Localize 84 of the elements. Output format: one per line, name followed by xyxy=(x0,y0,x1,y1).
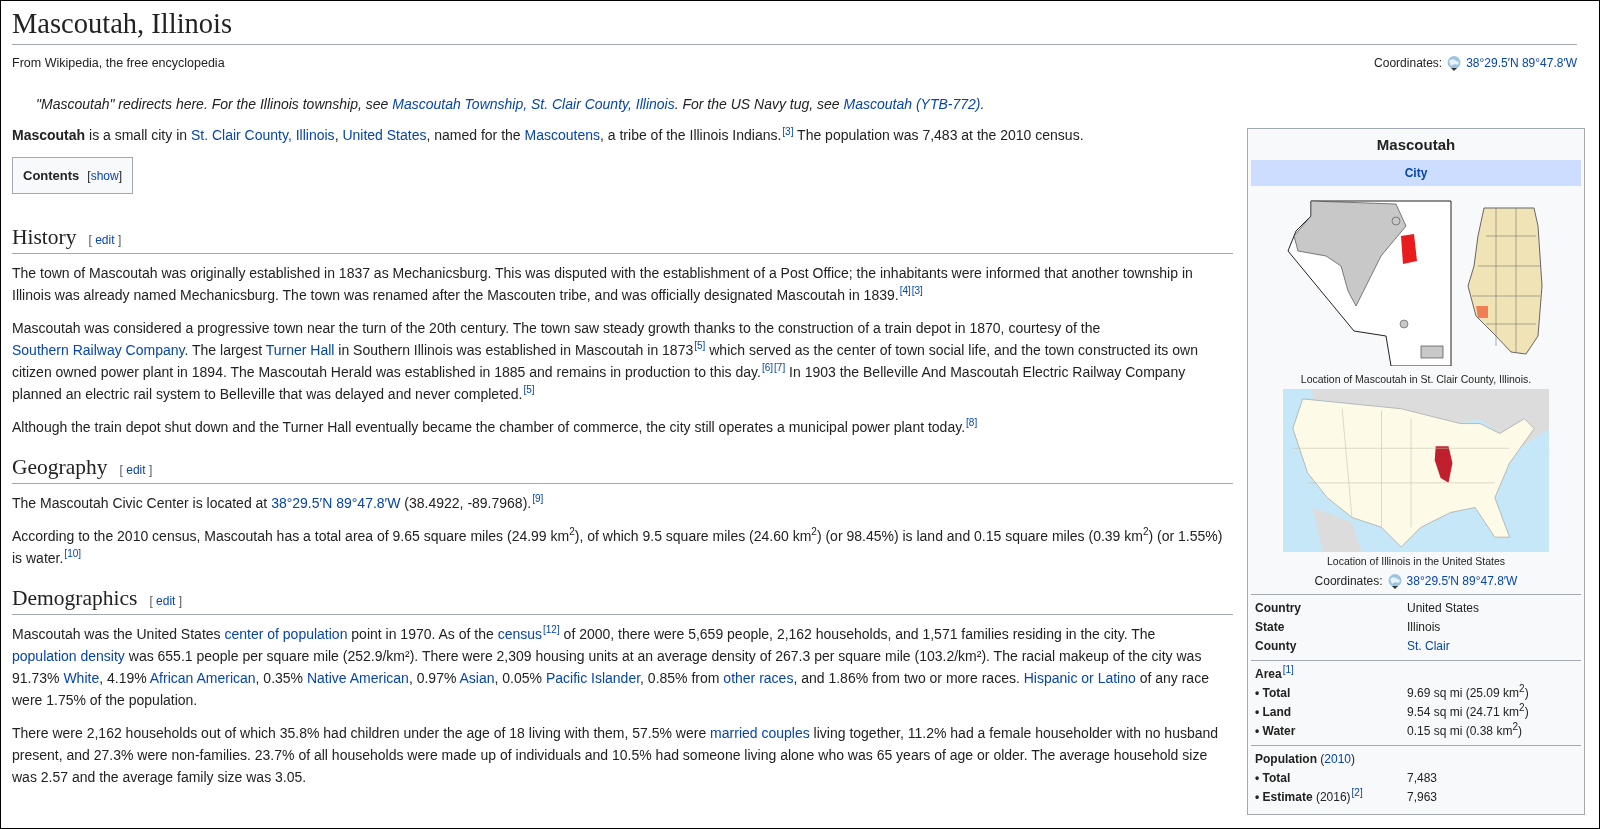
infobox-label: • Land xyxy=(1255,704,1293,722)
edit-link[interactable]: edit xyxy=(126,463,146,478)
infobox-value: 7,963 xyxy=(1407,789,1439,807)
infobox-value: 0.15 sq mi (0.38 km$^{2}$) xyxy=(1407,722,1523,741)
link[interactable]: Mascoutah (YTB-772) xyxy=(843,96,981,113)
globe-icon xyxy=(1386,573,1403,590)
reference-link[interactable]: [6] xyxy=(761,362,774,374)
link[interactable]: married couples xyxy=(710,725,810,741)
coordinates-link[interactable]: 38°29.5′N 89°47.8′W xyxy=(1406,572,1518,591)
link[interactable]: Hispanic or Latino xyxy=(1023,670,1136,686)
paragraph: According to the 2010 census, Mascoutah has a total area of 9.65 square miles (24.99 km$^{2}$), of which 9.5 square miles (24.60 km$^{2}$) (or 98.45%) is land and 0.15 square miles (0.39 km$^{2}$) (or 1.55%) is water.$^{[10]}$ xyxy=(12,525,1224,569)
section-heading: History xyxy=(12,225,77,250)
globe-icon xyxy=(1446,55,1463,72)
infobox-value-link[interactable]: St. Clair xyxy=(1407,637,1581,657)
tagline: From Wikipedia, the free encyclopedia xyxy=(12,56,225,71)
reference-link[interactable]: [2] xyxy=(1351,787,1363,799)
infobox-value: Illinois xyxy=(1407,619,1442,637)
bracket: ] xyxy=(118,168,123,183)
paragraph: There were 2,162 households out of which 35.8% had children under the age of 18 living with them, 57.5% were married couples living together, 11.2% had a female householder with no husband present, and 27.3% were non-families. 23.7% of all households were made up of individuals and 10.5% had someone living alone who was 65 years of age or older. The average household size was 2.57 and the average family size was 3.05. xyxy=(12,724,1220,787)
hatnote: "Mascoutah" redirects here. For the Illinois township, see Mascoutah Township, St. Clair County, Illinois. For the US Navy tug, see Mascoutah (YTB-772). xyxy=(36,95,986,115)
bracket: [ xyxy=(87,168,91,183)
page-title: Mascoutah, Illinois xyxy=(12,1,1577,46)
infobox-label: Country xyxy=(1255,600,1302,618)
bracket: [ xyxy=(119,463,123,478)
link[interactable]: Mascoutens xyxy=(524,127,600,144)
paragraph: Although the train depot shut down and the Turner Hall eventually became the chamber of commerce, the city still operates a municipal power plant today.$^{[8]}$ xyxy=(12,416,979,438)
paragraph: The Mascoutah Civic Center is located at 38°29.5′N 89°47.8′W (38.4922, -89.7968).$^{[9]}$ xyxy=(12,492,545,514)
link[interactable]: Turner Hall xyxy=(265,342,335,359)
reference-link[interactable]: [9] xyxy=(532,493,544,505)
bracket: ] xyxy=(178,594,183,609)
reference-link[interactable]: [1] xyxy=(1282,664,1294,676)
coordinates-label: Coordinates: xyxy=(1374,56,1443,71)
map-caption: Location of Illinois in the United States xyxy=(1326,554,1506,570)
reference-link[interactable]: [10] xyxy=(64,548,82,560)
coordinates-link[interactable]: 38°29.5′N 89°47.8′W xyxy=(1466,56,1577,71)
lead-paragraph: Mascoutah is a small city in St. Clair County, Illinois, United States, named for the Mascoutens, a tribe of the Illinois Indians.$^{[3]}$ The population was 7,483 at the 2010 census. xyxy=(12,124,1085,146)
link[interactable]: Asian xyxy=(459,670,495,686)
coordinates-label: Coordinates: xyxy=(1314,573,1383,591)
edit-link[interactable]: edit xyxy=(95,233,115,248)
link[interactable]: Mascoutah Township, St. Clair County, Illinois xyxy=(392,96,675,113)
infobox-subtitle: City xyxy=(1251,159,1581,186)
reference-link[interactable]: [5] xyxy=(694,340,706,352)
link[interactable]: 2010 xyxy=(1324,752,1352,767)
reference-link[interactable]: [5] xyxy=(523,384,535,396)
infobox-value: 9.69 sq mi (25.09 km$^{2}$) xyxy=(1407,684,1530,703)
reference-link[interactable]: [4] xyxy=(899,285,911,297)
bracket: ] xyxy=(117,233,122,248)
reference-link[interactable]: [8] xyxy=(966,417,978,429)
section-heading: Geography xyxy=(12,455,108,480)
infobox-value: 7,483 xyxy=(1407,770,1439,788)
link[interactable]: population density xyxy=(12,648,125,664)
bracket: [ xyxy=(149,594,153,609)
link[interactable]: center of population xyxy=(224,626,348,642)
link[interactable]: Native American xyxy=(306,670,409,686)
infobox-label: County xyxy=(1255,638,1298,656)
bracket: ] xyxy=(148,463,153,478)
link[interactable]: African American xyxy=(149,670,256,686)
infobox-label: Area$^{[1]}$ xyxy=(1255,665,1295,684)
infobox-label: State xyxy=(1255,619,1286,637)
link[interactable]: Southern Railway Company xyxy=(12,342,185,359)
link[interactable]: 38°29.5′N 89°47.8′W xyxy=(271,495,401,512)
link[interactable]: White xyxy=(63,670,100,686)
paragraph: Mascoutah was considered a progressive town near the turn of the 20th century. The town saw steady growth thanks to the construction of a train depot in 1870, courtesy of the Southern Railway Company. The largest Turner Hall in Southern Illinois was established in Mascoutah in 1873$^{[5]}$ which served as the center of town social life, and the town constructed its own citizen owned power plant in 1894. The Mascoutah Herald was established in 1885 and remains in production to this day.$^{[6]}$$^{[7]}$ In 1903 the Belleville And Mascoutah Electric Railway Company planned an electric rail system to Belleville that was delayed and never completed.$^{[5]}$ xyxy=(12,319,1199,405)
link[interactable]: St. Clair County, Illinois xyxy=(190,127,335,144)
infobox-value: 9.54 sq mi (24.71 km$^{2}$) xyxy=(1407,703,1530,722)
infobox-label: • Estimate (2016)$^{[2]}$ xyxy=(1255,788,1364,807)
link[interactable]: census xyxy=(497,626,543,642)
bracket: [ xyxy=(88,233,92,248)
reference-link[interactable]: [7] xyxy=(774,362,786,374)
edit-link[interactable]: edit xyxy=(156,594,176,609)
infobox-label: • Total xyxy=(1255,685,1292,703)
infobox-value: United States xyxy=(1407,600,1481,618)
infobox-label: • Water xyxy=(1255,723,1297,741)
infobox-label: • Total xyxy=(1255,770,1292,788)
infobox-label: Population (2010) xyxy=(1255,751,1357,769)
map-caption: Location of Mascoutah in St. Clair County, Illinois. xyxy=(1299,371,1533,387)
link[interactable]: Pacific Islander xyxy=(545,670,641,686)
reference-link[interactable]: [3] xyxy=(911,285,923,297)
contents-title: Contents xyxy=(23,168,80,184)
infobox-title: Mascoutah xyxy=(1375,135,1457,156)
section-heading: Demographics xyxy=(12,586,138,611)
paragraph: Mascoutah was the United States center of population point in 1970. As of the census$^{[12]}$ of 2000, there were 5,659 people, 2,162 households, and 1,571 families residing in the city. The population density was 655.1 people per square mile (252.9/km²). There were 2,309 housing units at an average density of 267.3 per square mile (103.2/km²). The racial makeup of the city was 91.73% White, 4.19% African American, 0.35% Native American, 0.97% Asian, 0.05% Pacific Islander, 0.85% from other races, and 1.86% from two or more races. Hispanic or Latino of any race were 1.75% of the population. xyxy=(12,623,1210,710)
reference-link[interactable]: [12] xyxy=(543,624,560,636)
reference-link[interactable]: [3] xyxy=(782,125,794,137)
